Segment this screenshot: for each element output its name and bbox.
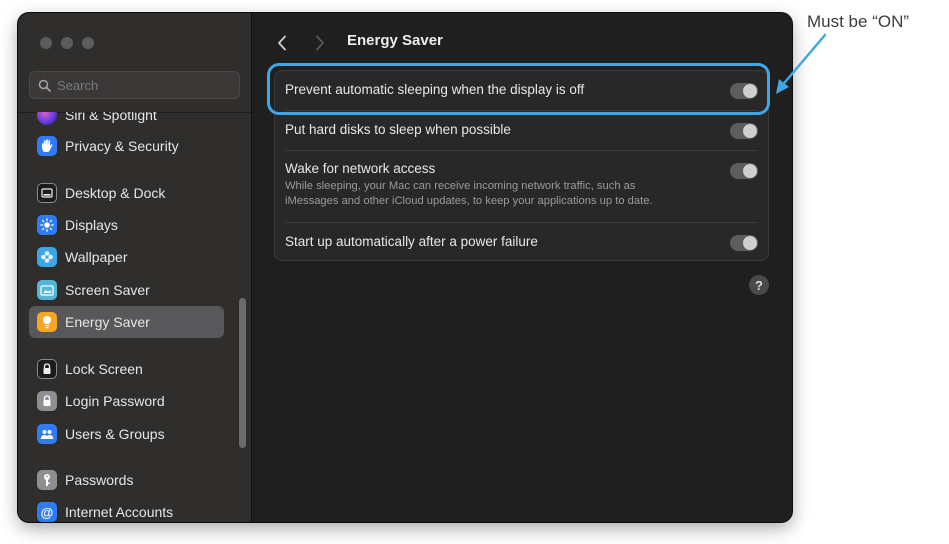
zoom-window-button[interactable] <box>82 37 94 49</box>
power-failure-toggle[interactable] <box>730 235 758 251</box>
sidebar-item-label: Privacy & Security <box>65 138 179 154</box>
setting-description: While sleeping, your Mac can receive inc… <box>285 179 768 209</box>
sidebar-item-siri-spotlight[interactable]: Siri & Spotlight <box>29 112 224 131</box>
highlight-box <box>267 63 770 115</box>
forward-button[interactable] <box>312 34 328 52</box>
sidebar-scrollbar[interactable] <box>239 298 246 448</box>
users-icon <box>37 424 57 444</box>
page-title: Energy Saver <box>347 32 443 49</box>
sidebar-item-label: Lock Screen <box>65 361 143 377</box>
minimize-window-button[interactable] <box>61 37 73 49</box>
sidebar-item-displays[interactable]: Displays <box>29 209 224 241</box>
window-controls <box>40 37 94 49</box>
sidebar-item-energy-saver[interactable]: Energy Saver <box>29 306 224 338</box>
back-button[interactable] <box>274 34 290 52</box>
sidebar-item-users-groups[interactable]: Users & Groups <box>29 418 224 450</box>
toggle-knob <box>743 124 757 138</box>
search-field[interactable] <box>29 71 240 99</box>
help-button[interactable]: ? <box>749 275 769 295</box>
sidebar-item-label: Wallpaper <box>65 249 128 265</box>
setting-title: Wake for network access <box>285 161 436 176</box>
description-line: iMessages and other iCloud updates, to k… <box>285 195 653 207</box>
annotation-text: Must be “ON” <box>807 12 910 31</box>
flower-icon <box>37 247 57 267</box>
dock-icon <box>37 183 57 203</box>
sidebar-list: Siri & Spotlight Privacy & Security Desk… <box>18 112 251 522</box>
sidebar-item-label: Screen Saver <box>65 282 150 298</box>
toggle-knob <box>743 236 757 250</box>
sidebar-item-desktop-dock[interactable]: Desktop & Dock <box>29 177 224 209</box>
sidebar-item-wallpaper[interactable]: Wallpaper <box>29 241 224 273</box>
sidebar: Siri & Spotlight Privacy & Security Desk… <box>18 13 252 522</box>
close-window-button[interactable] <box>40 37 52 49</box>
sidebar-item-label: Passwords <box>65 472 134 488</box>
search-icon <box>38 79 51 92</box>
sidebar-item-label: Users & Groups <box>65 426 165 442</box>
toggle-knob <box>743 164 757 178</box>
screen-saver-icon <box>37 280 57 300</box>
chevron-right-icon <box>316 35 324 51</box>
sidebar-item-lock-screen[interactable]: Lock Screen <box>29 353 224 385</box>
setting-row-wake-network: Wake for network access While sleeping, … <box>275 151 768 223</box>
sidebar-item-login-password[interactable]: Login Password <box>29 385 224 417</box>
setting-row-power-failure: Start up automatically after a power fai… <box>275 223 768 261</box>
sidebar-item-screen-saver[interactable]: Screen Saver <box>29 274 224 306</box>
sidebar-item-label: Siri & Spotlight <box>65 112 157 123</box>
sidebar-item-label: Internet Accounts <box>65 504 174 520</box>
sidebar-item-internet-accounts[interactable]: @ Internet Accounts <box>29 496 224 522</box>
hand-icon <box>37 136 57 156</box>
at-icon: @ <box>37 502 57 522</box>
sidebar-item-label: Energy Saver <box>65 314 150 330</box>
lightbulb-icon <box>37 312 57 332</box>
padlock-icon <box>37 391 57 411</box>
sidebar-item-passwords[interactable]: Passwords <box>29 464 224 496</box>
key-icon <box>37 470 57 490</box>
disk-sleep-toggle[interactable] <box>730 123 758 139</box>
search-input[interactable] <box>57 77 227 93</box>
setting-title: Start up automatically after a power fai… <box>285 234 538 249</box>
sun-icon <box>37 215 57 235</box>
siri-icon <box>37 112 57 125</box>
lock-icon <box>37 359 57 379</box>
sidebar-item-label: Displays <box>65 217 118 233</box>
wake-network-toggle[interactable] <box>730 163 758 179</box>
sidebar-item-label: Login Password <box>65 393 165 409</box>
sidebar-item-label: Desktop & Dock <box>65 185 166 201</box>
setting-row-disk-sleep: Put hard disks to sleep when possible <box>275 111 768 151</box>
sidebar-item-privacy-security[interactable]: Privacy & Security <box>29 130 224 162</box>
chevron-left-icon <box>278 35 286 51</box>
annotation-arrow <box>776 33 827 94</box>
setting-title: Put hard disks to sleep when possible <box>285 122 511 137</box>
description-line: While sleeping, your Mac can receive inc… <box>285 180 636 192</box>
